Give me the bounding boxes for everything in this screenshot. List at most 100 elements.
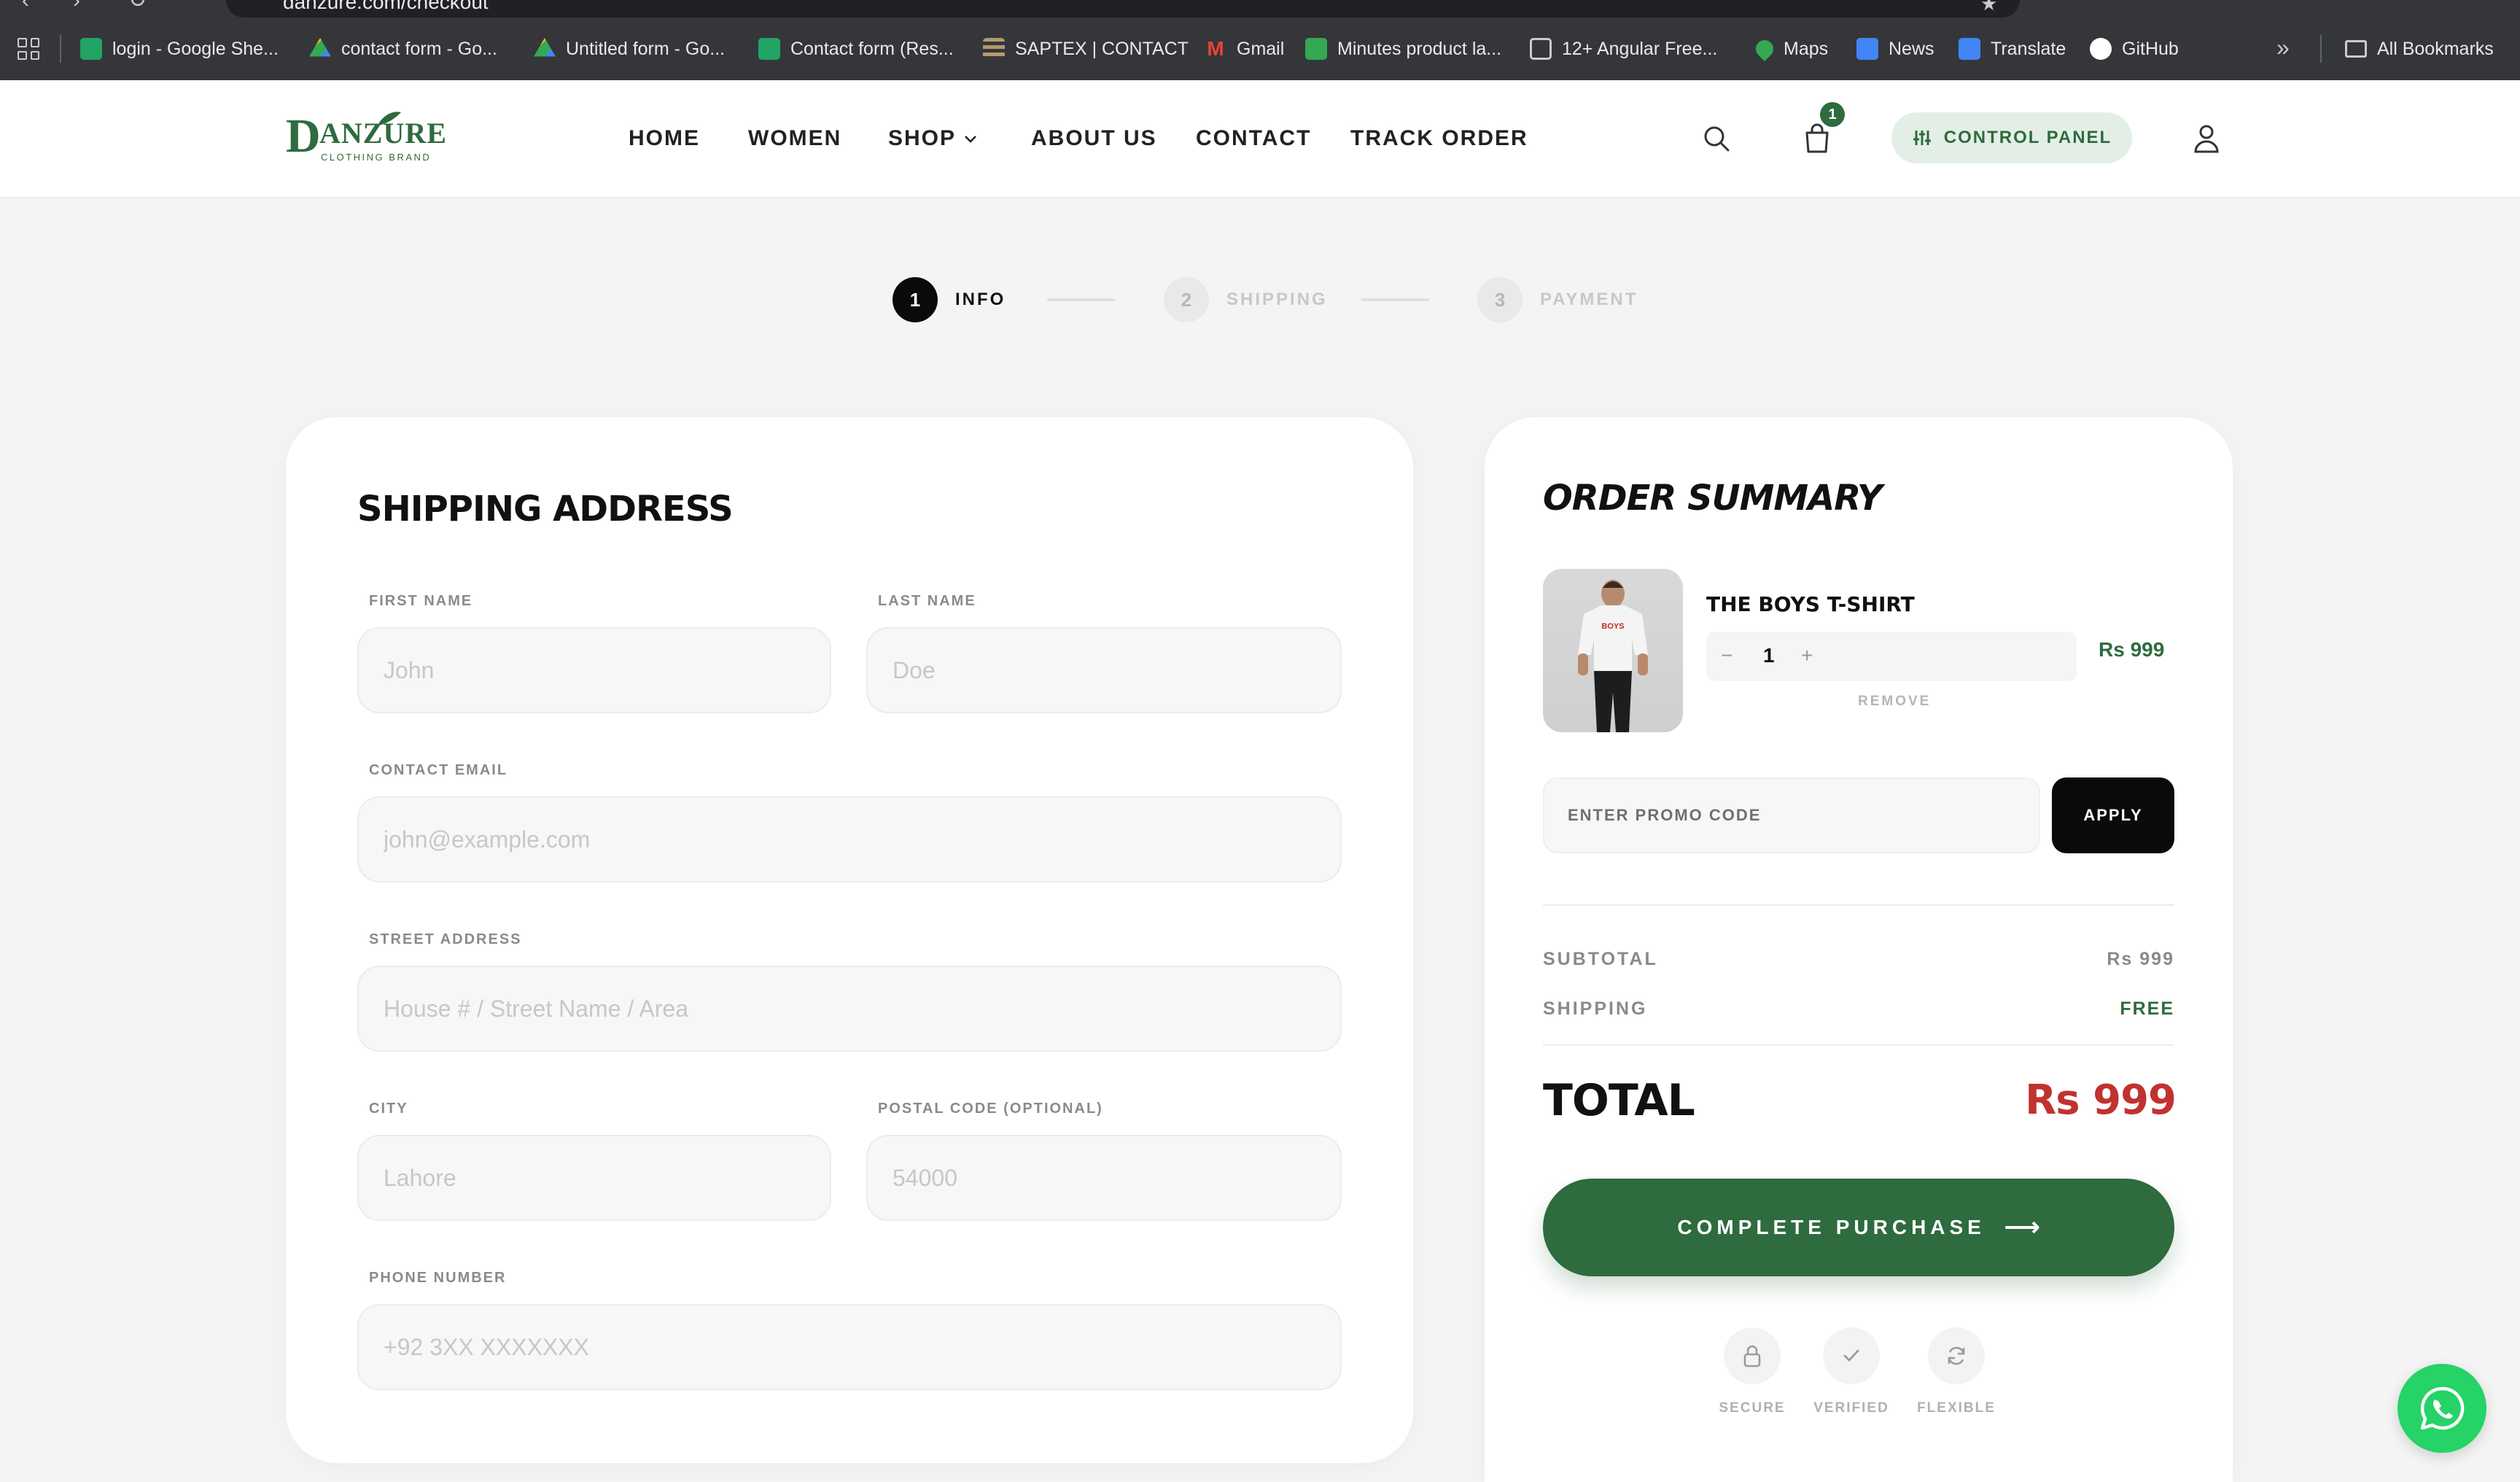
search-icon[interactable] — [1702, 124, 1731, 153]
address-bar-url[interactable]: danzure.com/checkout — [283, 0, 489, 13]
step-2-label[interactable]: SHIPPING — [1226, 289, 1328, 311]
control-panel-label: CONTROL PANEL — [1943, 128, 2112, 147]
user-icon[interactable] — [2193, 124, 2220, 153]
bookmark-label: Contact form (Res... — [790, 38, 954, 59]
nav-track-order[interactable]: TRACK ORDER — [1350, 125, 1528, 152]
svg-text:D: D — [286, 109, 321, 163]
street-address-field[interactable] — [357, 966, 1342, 1052]
product-name[interactable]: THE BOYS T-SHIRT — [1706, 592, 1915, 617]
phone-number-field[interactable] — [357, 1304, 1342, 1390]
city-label: CITY — [369, 1101, 408, 1117]
nav-about-us[interactable]: ABOUT US — [1031, 125, 1157, 152]
bookmark-divider — [60, 35, 61, 63]
trust-verified: VERIFIED — [1811, 1327, 1891, 1416]
quantity-value: 1 — [1763, 644, 1775, 667]
brand-logo[interactable]: D ANZURE CLOTHING BRAND — [286, 109, 446, 168]
product-image: BOYS — [1543, 569, 1683, 732]
step-1-label[interactable]: INFO — [955, 289, 1006, 311]
lock-icon — [1724, 1327, 1781, 1384]
all-bookmarks-label: All Bookmarks — [2377, 38, 2494, 59]
bookmark-2[interactable]: Untitled form - Go... — [534, 32, 725, 66]
subtotal-value: Rs 999 — [2107, 949, 2174, 969]
folder-icon — [2345, 40, 2367, 58]
more-bookmarks-icon[interactable]: » — [2276, 36, 2290, 59]
bookmark-4[interactable]: SAPTEX | CONTACT — [983, 32, 1189, 66]
phone-number-label: PHONE NUMBER — [369, 1270, 507, 1286]
promo-code-input[interactable] — [1543, 777, 2040, 853]
step-connector — [1361, 298, 1429, 301]
all-bookmarks[interactable]: All Bookmarks — [2345, 32, 2494, 66]
shipping-label: SHIPPING — [1543, 998, 1648, 1019]
nav-shop[interactable]: SHOP — [888, 125, 978, 152]
remove-item-button[interactable]: REMOVE — [1858, 693, 1931, 710]
forward-icon[interactable]: › — [73, 0, 80, 12]
bookmark-1[interactable]: contact form - Go... — [309, 32, 497, 66]
google-sheets-icon — [758, 38, 780, 60]
chevron-down-icon — [965, 136, 976, 143]
bookmark-7[interactable]: 12+ Angular Free... — [1530, 32, 1717, 66]
summary-divider — [1543, 1044, 2174, 1046]
order-summary-title: ORDER SUMMARY — [1543, 478, 1883, 519]
shipping-address-title: SHIPPING ADDRESS — [357, 489, 734, 529]
angular-template-icon — [1530, 38, 1552, 60]
bookmark-5[interactable]: M Gmail — [1205, 32, 1284, 66]
maps-icon — [1752, 36, 1777, 61]
saptex-icon — [983, 38, 1005, 60]
google-sheets-icon — [80, 38, 102, 60]
bookmark-3[interactable]: Contact form (Res... — [758, 32, 954, 66]
bookmark-6[interactable]: Minutes product la... — [1305, 32, 1501, 66]
back-icon[interactable]: ‹ — [22, 0, 29, 12]
bookmark-label: Maps — [1784, 38, 1829, 59]
quantity-stepper: − 1 + — [1706, 632, 2077, 681]
nav-contact[interactable]: CONTACT — [1196, 125, 1311, 152]
bookmark-9[interactable]: News — [1856, 32, 1934, 66]
apps-grid-icon[interactable] — [18, 38, 39, 60]
google-drive-icon — [534, 38, 556, 57]
increase-quantity-button[interactable]: + — [1801, 643, 1813, 668]
bookmark-label: Gmail — [1237, 38, 1285, 59]
bookmark-8[interactable]: Maps — [1752, 32, 1829, 66]
nav-home[interactable]: HOME — [629, 125, 700, 152]
bookmark-label: Untitled form - Go... — [566, 38, 726, 59]
control-panel-button[interactable]: CONTROL PANEL — [1891, 112, 2132, 163]
check-icon — [1823, 1327, 1880, 1384]
city-field[interactable] — [357, 1135, 831, 1221]
postal-code-label: POSTAL CODE (OPTIONAL) — [878, 1101, 1103, 1117]
arrow-right-icon: ⟶ — [2004, 1214, 2040, 1241]
bookmark-10[interactable]: Translate — [1959, 32, 2066, 66]
step-2-circle[interactable]: 2 — [1164, 277, 1209, 322]
last-name-field[interactable] — [866, 627, 1342, 713]
news-icon — [1856, 38, 1878, 60]
bookmark-11[interactable]: GitHub — [2090, 32, 2179, 66]
shopping-bag-icon[interactable] — [1802, 123, 1832, 153]
bookmark-label: 12+ Angular Free... — [1562, 38, 1718, 59]
step-3-label[interactable]: PAYMENT — [1540, 289, 1638, 311]
whatsapp-chat-button[interactable] — [2398, 1364, 2486, 1453]
bookmark-label: SAPTEX | CONTACT — [1015, 38, 1189, 59]
complete-purchase-button[interactable]: COMPLETE PURCHASE ⟶ — [1543, 1179, 2174, 1276]
bookmark-star-icon[interactable]: ★ — [1980, 0, 1997, 15]
bookmark-label: Minutes product la... — [1337, 38, 1502, 59]
contact-email-field[interactable] — [357, 796, 1342, 882]
trust-verified-label: VERIFIED — [1813, 1400, 1889, 1416]
svg-text:CLOTHING BRAND: CLOTHING BRAND — [321, 152, 431, 163]
bookmark-label: Translate — [1991, 38, 2066, 59]
decrease-quantity-button[interactable]: − — [1721, 643, 1732, 668]
step-connector — [1047, 298, 1116, 301]
gmail-icon: M — [1207, 37, 1224, 60]
total-label: TOTAL — [1543, 1075, 1695, 1126]
step-1-circle[interactable]: 1 — [892, 277, 938, 322]
bookmark-label: News — [1889, 38, 1934, 59]
nav-women[interactable]: WOMEN — [748, 125, 841, 152]
first-name-field[interactable] — [357, 627, 831, 713]
postal-code-field[interactable] — [866, 1135, 1342, 1221]
address-bar[interactable] — [226, 0, 2020, 18]
apply-promo-button[interactable]: APPLY — [2052, 777, 2174, 853]
bookmark-0[interactable]: login - Google She... — [80, 32, 279, 66]
step-3-circle[interactable]: 3 — [1477, 277, 1522, 322]
refresh-icon — [1928, 1327, 1985, 1384]
whatsapp-icon — [2420, 1386, 2465, 1430]
trust-flexible: FLEXIBLE — [1916, 1327, 1996, 1416]
reload-icon[interactable]: ↻ — [128, 0, 147, 12]
sliders-icon — [1913, 131, 1931, 145]
